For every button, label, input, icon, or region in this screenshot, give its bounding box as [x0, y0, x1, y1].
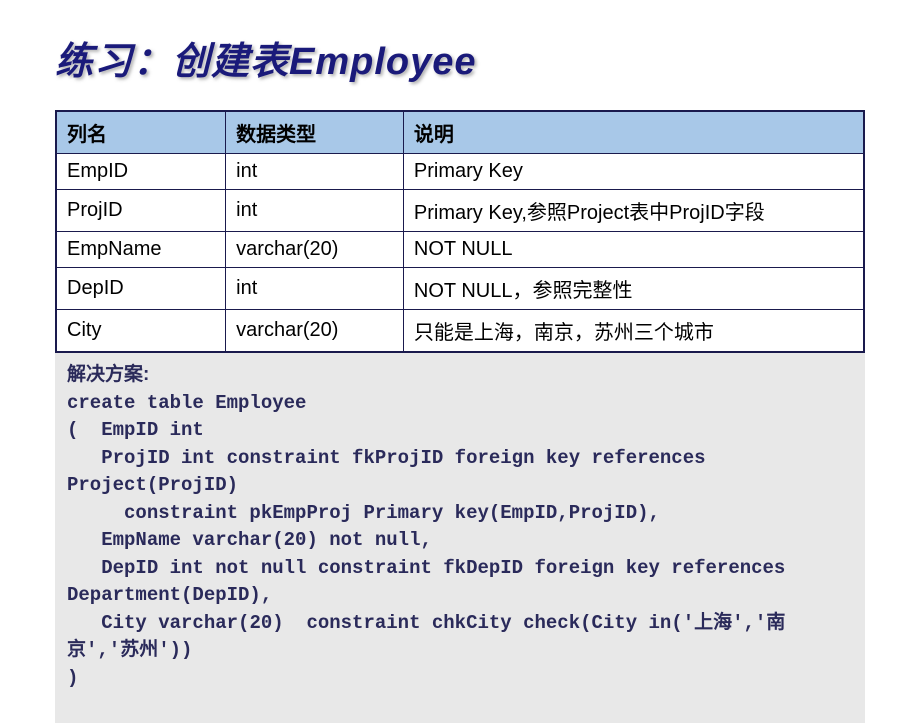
cell: EmpID — [56, 154, 226, 190]
code-line: ProjID int constraint fkProjID foreign k… — [67, 447, 717, 497]
cell: NOT NULL，参照完整性 — [403, 268, 864, 310]
th-desc: 说明 — [403, 111, 864, 154]
table-row: ProjID int Primary Key,参照Project表中ProjID… — [56, 190, 864, 232]
th-datatype: 数据类型 — [226, 111, 404, 154]
cell: Primary Key,参照Project表中ProjID字段 — [403, 190, 864, 232]
code-line: create table Employee — [67, 392, 306, 414]
slide-container: 练习：创建表Employee 列名 数据类型 说明 EmpID int Prim… — [0, 0, 920, 723]
code-line: ( EmpID int — [67, 419, 204, 441]
cell: int — [226, 268, 404, 310]
code-line: ) — [67, 667, 78, 689]
slide-title: 练习：创建表Employee — [55, 30, 865, 85]
code-line: DepID int not null constraint fkDepID fo… — [67, 557, 797, 607]
table-header-row: 列名 数据类型 说明 — [56, 111, 864, 154]
cell: NOT NULL — [403, 232, 864, 268]
cell: Primary Key — [403, 154, 864, 190]
th-colname: 列名 — [56, 111, 226, 154]
cell: DepID — [56, 268, 226, 310]
solution-label: 解决方案: — [67, 364, 149, 385]
code-line: constraint pkEmpProj Primary key(EmpID,P… — [67, 502, 660, 524]
cell: varchar(20) — [226, 232, 404, 268]
cell: int — [226, 154, 404, 190]
cell: EmpName — [56, 232, 226, 268]
table-row: EmpID int Primary Key — [56, 154, 864, 190]
code-line: EmpName varchar(20) not null, — [67, 529, 432, 551]
schema-table: 列名 数据类型 说明 EmpID int Primary Key ProjID … — [55, 110, 865, 353]
cell: City — [56, 310, 226, 353]
table-row: City varchar(20) 只能是上海，南京，苏州三个城市 — [56, 310, 864, 353]
table-row: EmpName varchar(20) NOT NULL — [56, 232, 864, 268]
code-line: City varchar(20) constraint chkCity chec… — [67, 612, 785, 662]
cell: int — [226, 190, 404, 232]
table-row: DepID int NOT NULL，参照完整性 — [56, 268, 864, 310]
cell: 只能是上海，南京，苏州三个城市 — [403, 310, 864, 353]
solution-code-block: 解决方案: create table Employee ( EmpID int … — [55, 353, 865, 723]
cell: varchar(20) — [226, 310, 404, 353]
cell: ProjID — [56, 190, 226, 232]
